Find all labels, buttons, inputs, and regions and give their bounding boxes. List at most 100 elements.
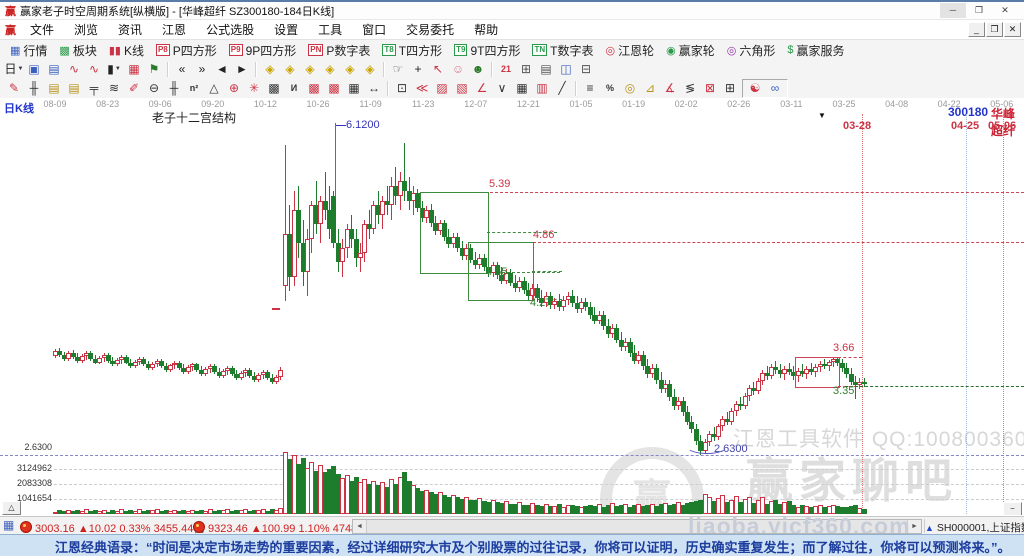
grid-tool-4[interactable]: ▥ [532, 80, 552, 97]
mdi-minimize-button[interactable]: _ [968, 22, 985, 37]
go-next-button[interactable]: ► [232, 61, 252, 78]
gann-diamond-1[interactable]: ◈ [260, 61, 280, 78]
wave-tool[interactable]: ≋ [104, 80, 124, 97]
draw-pen-tool[interactable]: ✎ [4, 80, 24, 97]
go-prev-button[interactable]: ◄ [212, 61, 232, 78]
gann-diamond-4[interactable]: ◈ [320, 61, 340, 78]
check-line-tool[interactable]: ∨ [492, 80, 512, 97]
marker-face-icon[interactable]: ☺ [448, 61, 468, 78]
go-last-button[interactable]: » [192, 61, 212, 78]
table-tool[interactable]: ▦ [344, 80, 364, 97]
t-square-button[interactable]: T8 T四方形 [376, 41, 448, 59]
view-window-icon[interactable]: ▣ [24, 61, 44, 78]
gann-diamond-3[interactable]: ◈ [300, 61, 320, 78]
kline-button[interactable]: ▮▮ K线 [103, 41, 150, 59]
menu-帮助[interactable]: 帮助 [464, 23, 508, 37]
zigzag-tool[interactable]: И [284, 80, 304, 97]
hexagon-button[interactable]: ◎ 六角形 [721, 41, 782, 59]
range-tool[interactable]: ↔ [364, 80, 384, 97]
winner-service-button[interactable]: $ 赢家服务 [781, 41, 850, 59]
menu-浏览[interactable]: 浏览 [64, 23, 108, 37]
star-tool[interactable]: ✳ [244, 80, 264, 97]
box-grid-tool[interactable]: ▩ [264, 80, 284, 97]
shade-box-2[interactable]: ▧ [452, 80, 472, 97]
go-first-button[interactable]: « [172, 61, 192, 78]
pointer-tool[interactable]: ↖ [428, 61, 448, 78]
triangle-tool[interactable]: △ [204, 80, 224, 97]
cross-box-tool[interactable]: ⊠ [700, 80, 720, 97]
save-tool[interactable]: ◫ [556, 61, 576, 78]
scroll-left-arrow[interactable]: ◄ [353, 520, 366, 533]
sectors-button[interactable]: ▩ 板块 [53, 41, 102, 59]
quotes-button[interactable]: ▦ 行情 [4, 41, 53, 59]
volume-expand-button[interactable]: △ [2, 501, 21, 515]
menu-江恩[interactable]: 江恩 [152, 23, 196, 37]
draw-pen-2[interactable]: ✐ [124, 80, 144, 97]
scrollbar-thumb[interactable] [366, 520, 908, 533]
levels-tool[interactable]: ≡ [580, 80, 600, 97]
percent-tool[interactable]: % [600, 80, 620, 97]
t9-square-button[interactable]: T9 9T四方形 [448, 41, 526, 59]
menu-交易委托[interactable]: 交易委托 [396, 23, 464, 37]
chart-pane[interactable]: 日K线 老子十二宫结构 300180 华峰超纤 江恩工具软件 QQ:100800… [0, 98, 1024, 515]
fan-lines-tool[interactable]: ≪ [412, 80, 432, 97]
mdi-restore-button[interactable]: ❐ [986, 22, 1003, 37]
angle-tool-2[interactable]: ∡ [660, 80, 680, 97]
p-square-button[interactable]: P8 P四方形 [150, 41, 223, 59]
ellipse-tool[interactable]: ⊖ [144, 80, 164, 97]
p-number-table-button[interactable]: PN P数字表 [302, 41, 376, 59]
taiji-tool[interactable]: ☯ [745, 80, 765, 97]
menu-设置[interactable]: 设置 [264, 23, 308, 37]
gann-diamond-2[interactable]: ◈ [280, 61, 300, 78]
infinity-tool[interactable]: ∞ [765, 80, 785, 97]
calendar-tool[interactable]: 21 [496, 61, 516, 78]
grid-tool-2[interactable]: ╫ [164, 80, 184, 97]
gann-wheel-button[interactable]: ◎ 江恩轮 [599, 41, 660, 59]
close-button[interactable]: ✕ [992, 3, 1018, 18]
grid-style-icon[interactable]: ▦ [124, 61, 144, 78]
flag-mark-icon[interactable]: ⚑ [144, 61, 164, 78]
angle-line-tool[interactable]: ∠ [472, 80, 492, 97]
hand-tool[interactable]: ☞ [388, 61, 408, 78]
menu-窗口[interactable]: 窗口 [352, 23, 396, 37]
grid-tool-3[interactable]: ▦ [512, 80, 532, 97]
horizontal-scrollbar[interactable]: ◄ ► [352, 519, 922, 534]
index-status-item[interactable]: ▲ SH000001,上证指数 [924, 519, 1024, 534]
winner-wheel-button[interactable]: ◉ 赢家轮 [660, 41, 721, 59]
circle-cross-tool[interactable]: ⊕ [224, 80, 244, 97]
minmax-tool[interactable]: ≶ [680, 80, 700, 97]
gann-grid-tool[interactable]: ╫ [24, 80, 44, 97]
gann-diamond-6[interactable]: ◈ [360, 61, 380, 78]
scroll-right-arrow[interactable]: ► [908, 520, 921, 533]
p9-square-button[interactable]: P9 9P四方形 [223, 41, 302, 59]
wedge-tool[interactable]: ⊿ [640, 80, 660, 97]
red-grid-1[interactable]: ▩ [304, 80, 324, 97]
gann-diamond-5[interactable]: ◈ [340, 61, 360, 78]
circle-tool[interactable]: ◎ [620, 80, 640, 97]
period-day-selector[interactable]: 日 ▼ [4, 61, 24, 78]
line-style-icon[interactable]: ∿ [64, 61, 84, 78]
select-box-tool[interactable]: ⊡ [392, 80, 412, 97]
mdi-close-button[interactable]: ✕ [1004, 22, 1021, 37]
gann-gold-grid-1[interactable]: ▤ [44, 80, 64, 97]
fence-tool[interactable]: ╤ [84, 80, 104, 97]
menu-资讯[interactable]: 资讯 [108, 23, 152, 37]
calculator-tool[interactable]: ⊞ [516, 61, 536, 78]
view-report-icon[interactable]: ▤ [44, 61, 64, 78]
notes-tool[interactable]: ▤ [536, 61, 556, 78]
minimize-button[interactable]: ─ [940, 2, 966, 18]
volume-collapse-button[interactable]: − [1003, 502, 1022, 515]
menu-工具[interactable]: 工具 [308, 23, 352, 37]
step-line-icon[interactable]: ∿ [84, 61, 104, 78]
plus-box-tool[interactable]: ⊞ [720, 80, 740, 97]
crosshair-tool[interactable]: + [408, 61, 428, 78]
candle-style-selector[interactable]: ▮ ▼ [104, 61, 124, 78]
trend-line-tool[interactable]: ╱ [552, 80, 572, 97]
red-grid-2[interactable]: ▩ [324, 80, 344, 97]
maximize-button[interactable]: ❐ [966, 3, 992, 18]
menu-公式选股[interactable]: 公式选股 [196, 23, 264, 37]
square-of-nine-tool[interactable]: n² [184, 80, 204, 97]
gann-gold-grid-2[interactable]: ▤ [64, 80, 84, 97]
shade-box-1[interactable]: ▨ [432, 80, 452, 97]
print-tool[interactable]: ⊟ [576, 61, 596, 78]
